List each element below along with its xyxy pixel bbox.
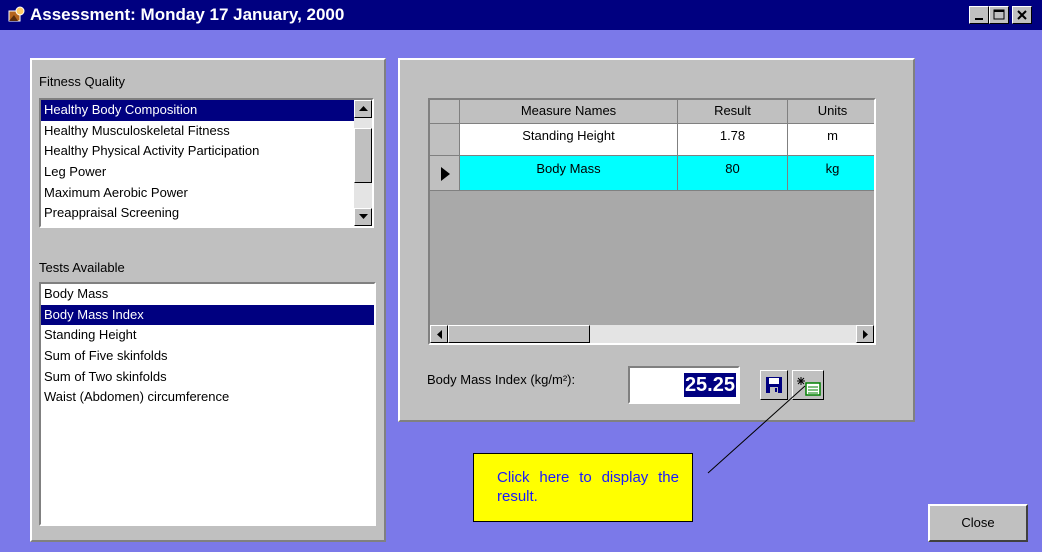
list-item[interactable]: Waist (Abdomen) circumference <box>41 387 374 408</box>
list-item[interactable]: Body Mass <box>41 284 374 305</box>
close-button[interactable]: Close <box>928 504 1028 542</box>
column-header-result[interactable]: Result <box>678 100 788 124</box>
left-panel: Fitness Quality Healthy Body Composition… <box>30 58 386 542</box>
table-cell-measure-name[interactable]: Standing Height <box>460 124 678 156</box>
table-cell-result[interactable]: 80 <box>678 156 788 191</box>
tests-available-list[interactable]: Body Mass Body Mass Index Standing Height S… <box>39 282 376 526</box>
bmi-label: Body Mass Index (kg/m²): <box>427 372 576 387</box>
list-item[interactable]: Leg Power <box>41 162 354 183</box>
arrow-down-icon <box>359 214 368 219</box>
instruction-callout: Click here to display the result. <box>473 453 693 522</box>
measures-grid[interactable]: Measure Names Result Units Standing Heig… <box>428 98 876 345</box>
column-header-measure-names[interactable]: Measure Names <box>460 100 678 124</box>
fitness-quality-list[interactable]: Healthy Body Composition Healthy Musculos… <box>39 98 374 228</box>
tests-available-label: Tests Available <box>39 260 125 275</box>
current-row-arrow-icon <box>441 167 450 181</box>
list-item[interactable]: Body Mass Index <box>41 304 374 326</box>
grid-corner <box>430 100 460 124</box>
list-item[interactable]: Maximum Aerobic Power <box>41 183 354 204</box>
table-cell-measure-name[interactable]: Body Mass <box>460 156 678 191</box>
grid-horizontal-scrollbar[interactable] <box>430 325 874 343</box>
callout-pointer-line <box>707 385 806 474</box>
minimize-icon <box>975 18 983 20</box>
fitness-quality-scrollbar[interactable] <box>354 100 372 226</box>
scroll-thumb[interactable] <box>354 128 372 183</box>
scroll-down-button[interactable] <box>354 208 372 226</box>
callout-text: Click here to display the result. <box>497 469 679 505</box>
table-cell-units[interactable]: kg <box>788 156 874 191</box>
fitness-quality-items: Healthy Body Composition Healthy Musculos… <box>41 100 354 224</box>
table-cell-result[interactable]: 1.78 <box>678 124 788 156</box>
tests-available-items: Body Mass Body Mass Index Standing Height S… <box>41 284 374 408</box>
list-item[interactable]: Healthy Physical Activity Participation <box>41 141 354 162</box>
list-item[interactable]: Preappraisal Screening <box>41 203 354 224</box>
fitness-quality-label: Fitness Quality <box>39 74 125 89</box>
scroll-right-button[interactable] <box>856 325 874 343</box>
maximize-button[interactable] <box>989 6 1009 24</box>
assessment-window: Assessment: Monday 17 January, 2000 Fitn… <box>0 0 1042 552</box>
scroll-up-button[interactable] <box>354 100 372 118</box>
scroll-left-button[interactable] <box>430 325 448 343</box>
list-item[interactable]: Healthy Body Composition <box>41 100 354 121</box>
list-item[interactable]: Sum of Five skinfolds <box>41 346 374 367</box>
title-bar[interactable]: Assessment: Monday 17 January, 2000 <box>0 0 1042 30</box>
maximize-icon <box>993 9 1005 20</box>
column-header-units[interactable]: Units <box>788 100 874 124</box>
scroll-thumb[interactable] <box>448 325 590 343</box>
arrow-right-icon <box>863 330 868 339</box>
row-selector[interactable] <box>430 124 460 156</box>
close-window-button[interactable] <box>1012 6 1032 24</box>
arrow-up-icon <box>359 106 368 111</box>
list-item[interactable]: Sum of Two skinfolds <box>41 367 374 388</box>
app-icon <box>8 6 25 22</box>
table-cell-units[interactable]: m <box>788 124 874 156</box>
list-item[interactable]: Standing Height <box>41 325 374 346</box>
close-icon <box>1017 10 1027 20</box>
row-selector-current[interactable] <box>430 156 460 191</box>
arrow-left-icon <box>437 330 442 339</box>
list-item[interactable]: Healthy Musculoskeletal Fitness <box>41 121 354 142</box>
window-title: Assessment: Monday 17 January, 2000 <box>30 5 345 24</box>
minimize-button[interactable] <box>969 6 989 24</box>
